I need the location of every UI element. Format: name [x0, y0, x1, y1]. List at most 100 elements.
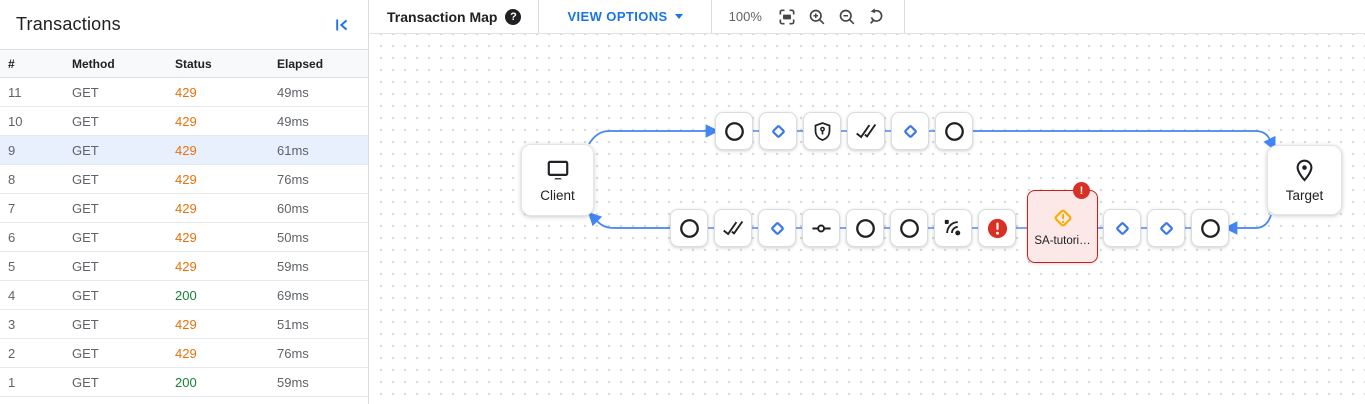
monitor-icon	[545, 157, 571, 183]
txn-status-badge: 429	[175, 201, 277, 216]
txn-method: GET	[72, 375, 175, 390]
target-node[interactable]: Target	[1267, 145, 1342, 215]
txn-method: GET	[72, 143, 175, 158]
request-flow-node[interactable]	[803, 112, 841, 150]
response-flow-node[interactable]	[1103, 209, 1141, 247]
txn-number: 10	[8, 114, 72, 129]
txn-status-badge: 429	[175, 346, 277, 361]
request-flow-node[interactable]	[847, 112, 885, 150]
txn-status-badge: 429	[175, 259, 277, 274]
txn-method: GET	[72, 346, 175, 361]
table-row[interactable]: 10GET42949ms	[0, 107, 368, 136]
txn-number: 5	[8, 259, 72, 274]
view-options-button[interactable]: VIEW OPTIONS	[567, 0, 682, 33]
response-edge-target-to-flow	[1236, 215, 1271, 228]
warning-diamond-icon	[1051, 206, 1075, 230]
col-header-num: #	[8, 57, 72, 71]
view-options-label: VIEW OPTIONS	[567, 9, 667, 24]
response-edge-flow-to-client	[597, 221, 671, 229]
debug-session-screen: Transactions # Method Status Elapsed 11G…	[0, 0, 1365, 404]
table-row[interactable]: 8GET42976ms	[0, 165, 368, 194]
table-row[interactable]: 4GET20069ms	[0, 281, 368, 310]
request-flow-node[interactable]	[935, 112, 973, 150]
transactions-panel: Transactions # Method Status Elapsed 11G…	[0, 0, 369, 404]
map-toolbar: Transaction Map ? VIEW OPTIONS 100%	[370, 0, 1365, 34]
txn-elapsed: 60ms	[277, 201, 368, 216]
double-check-icon	[854, 119, 878, 143]
response-flow-node[interactable]	[978, 209, 1016, 247]
txn-number: 6	[8, 230, 72, 245]
circle-icon	[1199, 217, 1222, 240]
response-flow-node[interactable]	[1147, 209, 1185, 247]
response-flow-node[interactable]	[934, 209, 972, 247]
table-row[interactable]: 5GET42959ms	[0, 252, 368, 281]
request-flow-node[interactable]	[891, 112, 929, 150]
response-flow-node[interactable]	[1191, 209, 1229, 247]
txn-method: GET	[72, 259, 175, 274]
diamond-icon	[1156, 218, 1177, 239]
transaction-map-panel: Transaction Map ? VIEW OPTIONS 100%	[370, 0, 1365, 404]
txn-number: 3	[8, 317, 72, 332]
table-row[interactable]: 1GET20059ms	[0, 368, 368, 397]
fit-screen-icon[interactable]	[775, 5, 799, 29]
response-flow-node[interactable]	[890, 209, 928, 247]
client-node[interactable]: Client	[521, 144, 594, 216]
toolbar-divider	[904, 0, 905, 33]
error-badge-icon: !	[1073, 182, 1090, 199]
table-row[interactable]: 7GET42960ms	[0, 194, 368, 223]
response-flow-node[interactable]	[758, 209, 796, 247]
request-edge-client-to-flow	[589, 131, 707, 144]
response-flow-node[interactable]	[714, 209, 752, 247]
txn-method: GET	[72, 201, 175, 216]
table-row[interactable]: 9GET42961ms	[0, 136, 368, 165]
table-row[interactable]: 2GET42976ms	[0, 339, 368, 368]
txn-elapsed: 59ms	[277, 259, 368, 274]
transactions-panel-header: Transactions	[0, 0, 368, 49]
col-header-status: Status	[175, 57, 277, 71]
collapse-panel-icon[interactable]	[331, 14, 353, 36]
txn-elapsed: 76ms	[277, 172, 368, 187]
circle-icon	[854, 217, 877, 240]
txn-status-badge: 429	[175, 172, 277, 187]
txn-number: 9	[8, 143, 72, 158]
txn-status-badge: 429	[175, 317, 277, 332]
txn-number: 2	[8, 346, 72, 361]
txn-number: 8	[8, 172, 72, 187]
txn-elapsed: 51ms	[277, 317, 368, 332]
chevron-down-icon	[675, 14, 683, 19]
request-flow-node[interactable]	[759, 112, 797, 150]
zoom-reset-icon[interactable]	[865, 5, 889, 29]
transactions-list: 11GET42949ms10GET42949ms9GET42961ms8GET4…	[0, 78, 368, 397]
zoom-in-icon[interactable]	[805, 5, 829, 29]
error-policy-node[interactable]: ! SA-tutori…	[1027, 190, 1098, 263]
txn-number: 11	[8, 85, 72, 100]
table-header: # Method Status Elapsed	[0, 49, 368, 78]
transaction-map-canvas[interactable]: Client Target ! SA-tutori…	[370, 34, 1365, 404]
txn-status-badge: 429	[175, 85, 277, 100]
diamond-icon	[1112, 218, 1133, 239]
txn-method: GET	[72, 114, 175, 129]
sensors-icon	[942, 217, 964, 239]
response-flow-node[interactable]	[802, 209, 840, 247]
txn-status-badge: 429	[175, 114, 277, 129]
response-flow-node[interactable]	[846, 209, 884, 247]
table-row[interactable]: 3GET42951ms	[0, 310, 368, 339]
response-flow-node[interactable]	[670, 209, 708, 247]
txn-elapsed: 59ms	[277, 375, 368, 390]
error-icon	[986, 217, 1009, 240]
request-flow-node[interactable]	[715, 112, 753, 150]
map-title: Transaction Map	[387, 9, 497, 25]
txn-elapsed: 61ms	[277, 143, 368, 158]
diamond-icon	[768, 121, 789, 142]
txn-elapsed: 49ms	[277, 114, 368, 129]
txn-method: GET	[72, 172, 175, 187]
circle-icon	[898, 217, 921, 240]
table-row[interactable]: 6GET42950ms	[0, 223, 368, 252]
shield-icon	[812, 121, 833, 142]
circle-icon	[943, 120, 966, 143]
zoom-out-icon[interactable]	[835, 5, 859, 29]
double-check-icon	[721, 216, 745, 240]
client-node-label: Client	[540, 188, 575, 203]
help-icon[interactable]: ?	[505, 9, 521, 25]
table-row[interactable]: 11GET42949ms	[0, 78, 368, 107]
